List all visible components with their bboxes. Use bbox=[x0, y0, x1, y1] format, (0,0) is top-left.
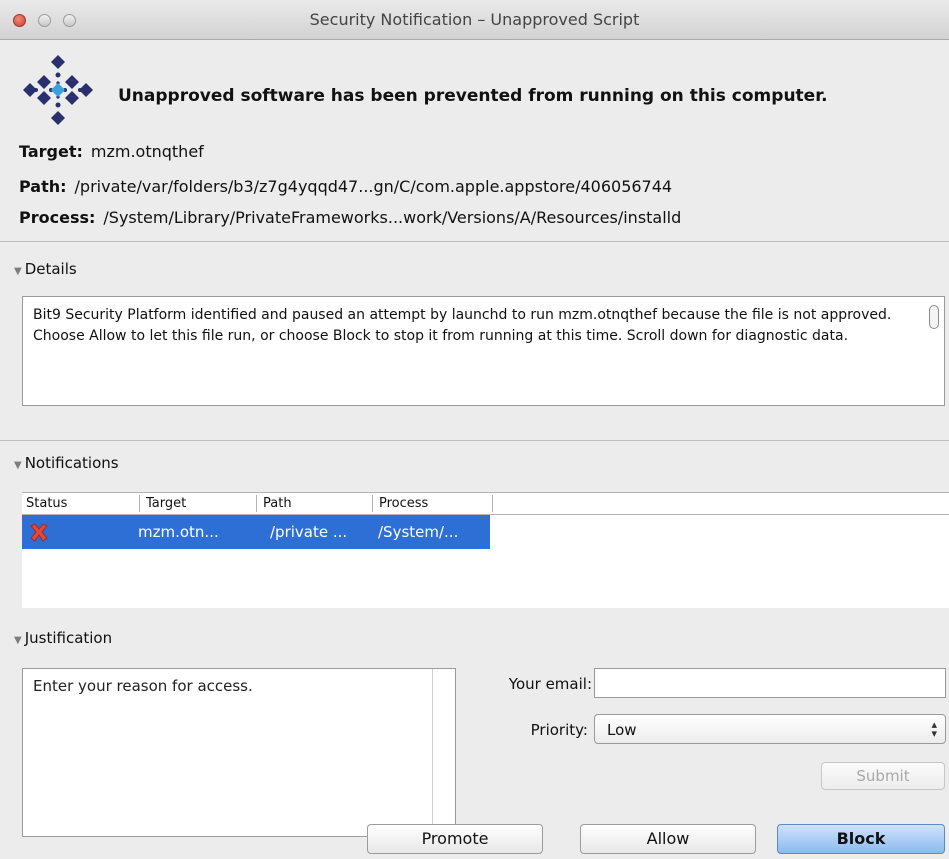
column-header-process[interactable]: Process bbox=[375, 493, 428, 514]
disclosure-triangle-icon: ▼ bbox=[14, 266, 22, 277]
justification-placeholder: Enter your reason for access. bbox=[33, 677, 253, 695]
priority-value: Low bbox=[607, 721, 637, 739]
allow-button[interactable]: Allow bbox=[580, 824, 756, 854]
justification-textarea[interactable]: Enter your reason for access. bbox=[22, 668, 456, 837]
process-row: Process: /System/Library/PrivateFramework… bbox=[19, 208, 681, 227]
divider bbox=[0, 241, 949, 242]
row-path: /private ... bbox=[270, 523, 348, 541]
email-field[interactable] bbox=[594, 668, 946, 698]
row-process: /System/... bbox=[378, 523, 459, 541]
justification-scrollbar[interactable] bbox=[432, 669, 433, 836]
title-bar: Security Notification – Unapproved Scrip… bbox=[0, 0, 949, 40]
process-label: Process: bbox=[19, 208, 96, 227]
path-value: /private/var/folders/b3/z7g4yqqd47...gn/… bbox=[74, 177, 673, 196]
column-divider bbox=[492, 495, 493, 512]
block-button[interactable]: Block bbox=[777, 824, 945, 854]
details-disclosure[interactable]: ▼ Details bbox=[14, 260, 77, 278]
process-value: /System/Library/PrivateFrameworks...work… bbox=[103, 208, 682, 227]
justification-disclosure[interactable]: ▼ Justification bbox=[14, 629, 112, 647]
target-label: Target: bbox=[19, 142, 83, 161]
details-text: Bit9 Security Platform identified and pa… bbox=[33, 307, 892, 344]
headline: Unapproved software has been prevented f… bbox=[118, 86, 828, 106]
priority-select[interactable]: Low ▴ ▾ bbox=[594, 714, 946, 744]
table-row[interactable]: mzm.otn... /private ... /System/... bbox=[22, 515, 490, 549]
details-heading: Details bbox=[24, 260, 77, 278]
path-row: Path: /private/var/folders/b3/z7g4yqqd47.… bbox=[19, 177, 672, 196]
row-target: mzm.otn... bbox=[138, 523, 219, 541]
updown-arrows-icon: ▴ ▾ bbox=[931, 718, 937, 740]
column-header-path[interactable]: Path bbox=[259, 493, 292, 514]
column-divider bbox=[139, 495, 140, 512]
column-divider bbox=[372, 495, 373, 512]
email-label: Your email: bbox=[508, 675, 592, 693]
target-value: mzm.otnqthef bbox=[90, 142, 204, 161]
details-text-area[interactable]: Bit9 Security Platform identified and pa… bbox=[22, 296, 945, 406]
column-header-target[interactable]: Target bbox=[142, 493, 186, 514]
red-x-icon bbox=[30, 523, 48, 542]
notifications-table: Status Target Path Process mzm.otn... /p… bbox=[22, 492, 949, 608]
details-scrollbar[interactable] bbox=[929, 305, 939, 329]
priority-label: Priority: bbox=[530, 721, 588, 739]
window-title: Security Notification – Unapproved Scrip… bbox=[309, 10, 640, 29]
disclosure-triangle-icon: ▼ bbox=[14, 460, 22, 471]
column-divider bbox=[256, 495, 257, 512]
target-row: Target: mzm.otnqthef bbox=[19, 142, 204, 161]
divider bbox=[0, 440, 949, 441]
column-header-status[interactable]: Status bbox=[22, 493, 67, 514]
path-label: Path: bbox=[19, 177, 67, 196]
disclosure-triangle-icon: ▼ bbox=[14, 635, 22, 646]
promote-button[interactable]: Promote bbox=[367, 824, 543, 854]
submit-button[interactable]: Submit bbox=[821, 762, 945, 790]
bit9-logo-icon bbox=[23, 55, 93, 125]
notifications-heading: Notifications bbox=[24, 454, 119, 472]
notifications-disclosure[interactable]: ▼ Notifications bbox=[14, 454, 119, 472]
justification-heading: Justification bbox=[24, 629, 113, 647]
